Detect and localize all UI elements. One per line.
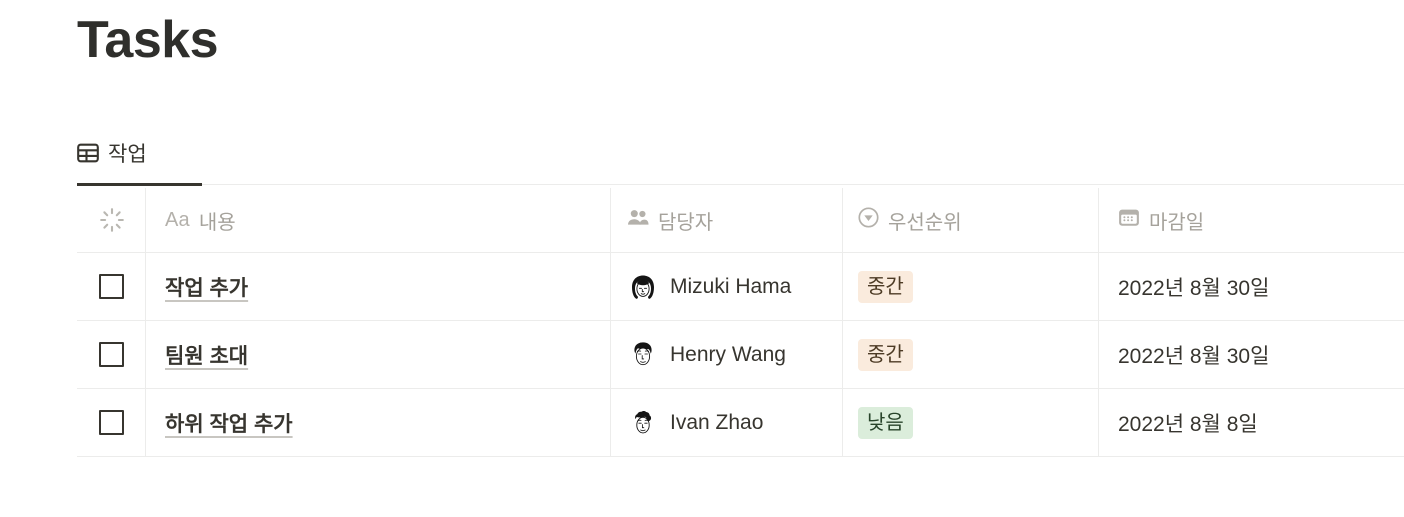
row-assignee-cell[interactable]: Ivan Zhao <box>611 389 843 456</box>
table-row[interactable]: 팀원 초대 Henry Wang 중간 2022년 8월 30일 <box>77 321 1404 389</box>
page-title: Tasks <box>77 11 219 69</box>
avatar <box>627 339 659 371</box>
tabbar-divider <box>202 184 1404 185</box>
column-header-name-label: 내용 <box>198 211 236 234</box>
column-header-priority[interactable]: 우선순위 <box>843 188 1099 252</box>
tasks-table: Aa 내용 담당자 우선순위 마감일 작업 추가 Mizuki Hama 중간 … <box>77 188 1404 457</box>
assignee-name: Mizuki Hama <box>670 274 792 298</box>
column-header-date-label: 마감일 <box>1149 211 1205 234</box>
due-date: 2022년 8월 30일 <box>1118 344 1270 368</box>
table-row[interactable]: 작업 추가 Mizuki Hama 중간 2022년 8월 30일 <box>77 253 1404 321</box>
row-date-cell[interactable]: 2022년 8월 30일 <box>1099 253 1404 320</box>
status-badge: 중간 <box>858 338 913 371</box>
task-checkbox[interactable] <box>99 274 124 299</box>
task-title-link[interactable]: 팀원 초대 <box>165 340 248 370</box>
row-priority-cell[interactable]: 낮음 <box>843 389 1099 456</box>
due-date: 2022년 8월 30일 <box>1118 276 1270 300</box>
row-assignee-cell[interactable]: Henry Wang <box>611 321 843 388</box>
view-tabbar: 작업 <box>0 120 1404 188</box>
assignee-name: Henry Wang <box>670 342 786 366</box>
assignee-name: Ivan Zhao <box>670 410 764 434</box>
table-grid-icon <box>77 143 99 163</box>
task-title-link[interactable]: 작업 추가 <box>165 272 248 302</box>
row-date-cell[interactable]: 2022년 8월 30일 <box>1099 321 1404 388</box>
tab-active-indicator <box>77 183 202 186</box>
column-header-checkbox[interactable] <box>77 188 146 252</box>
row-priority-cell[interactable]: 중간 <box>843 321 1099 388</box>
column-header-assignee[interactable]: 담당자 <box>611 188 843 252</box>
task-checkbox[interactable] <box>99 410 124 435</box>
table-header-row: Aa 내용 담당자 우선순위 마감일 <box>77 188 1404 253</box>
status-badge: 낮음 <box>858 406 913 439</box>
task-title-link[interactable]: 하위 작업 추가 <box>165 408 293 438</box>
column-header-date[interactable]: 마감일 <box>1099 188 1404 252</box>
row-assignee-cell[interactable]: Mizuki Hama <box>611 253 843 320</box>
due-date: 2022년 8월 8일 <box>1118 412 1258 436</box>
row-name-cell[interactable]: 하위 작업 추가 <box>146 389 611 456</box>
row-checkbox-cell[interactable] <box>77 389 146 456</box>
row-date-cell[interactable]: 2022년 8월 8일 <box>1099 389 1404 456</box>
table-row[interactable]: 하위 작업 추가 Ivan Zhao 낮음 2022년 8월 8일 <box>77 389 1404 457</box>
column-header-priority-label: 우선순위 <box>888 211 962 234</box>
avatar <box>627 407 659 439</box>
text-aa-icon: Aa <box>165 208 190 231</box>
people-icon <box>627 209 649 231</box>
status-badge: 중간 <box>858 270 913 303</box>
row-name-cell[interactable]: 작업 추가 <box>146 253 611 320</box>
calendar-icon <box>1118 207 1140 233</box>
tab-label: 작업 <box>108 142 147 166</box>
tasks-page: Tasks 작업 Aa 내용 담당자 우선순위 마감일 작업 추가 Mizuki… <box>0 0 1404 517</box>
avatar <box>627 271 659 303</box>
column-header-assignee-label: 담당자 <box>658 211 714 234</box>
row-priority-cell[interactable]: 중간 <box>843 253 1099 320</box>
tab-tasks-view[interactable]: 작업 <box>77 120 149 185</box>
row-checkbox-cell[interactable] <box>77 253 146 320</box>
task-checkbox[interactable] <box>99 342 124 367</box>
column-header-name[interactable]: Aa 내용 <box>146 188 611 252</box>
spinner-icon <box>99 207 125 233</box>
row-checkbox-cell[interactable] <box>77 321 146 388</box>
row-name-cell[interactable]: 팀원 초대 <box>146 321 611 388</box>
select-chevron-circle-icon <box>858 207 879 233</box>
